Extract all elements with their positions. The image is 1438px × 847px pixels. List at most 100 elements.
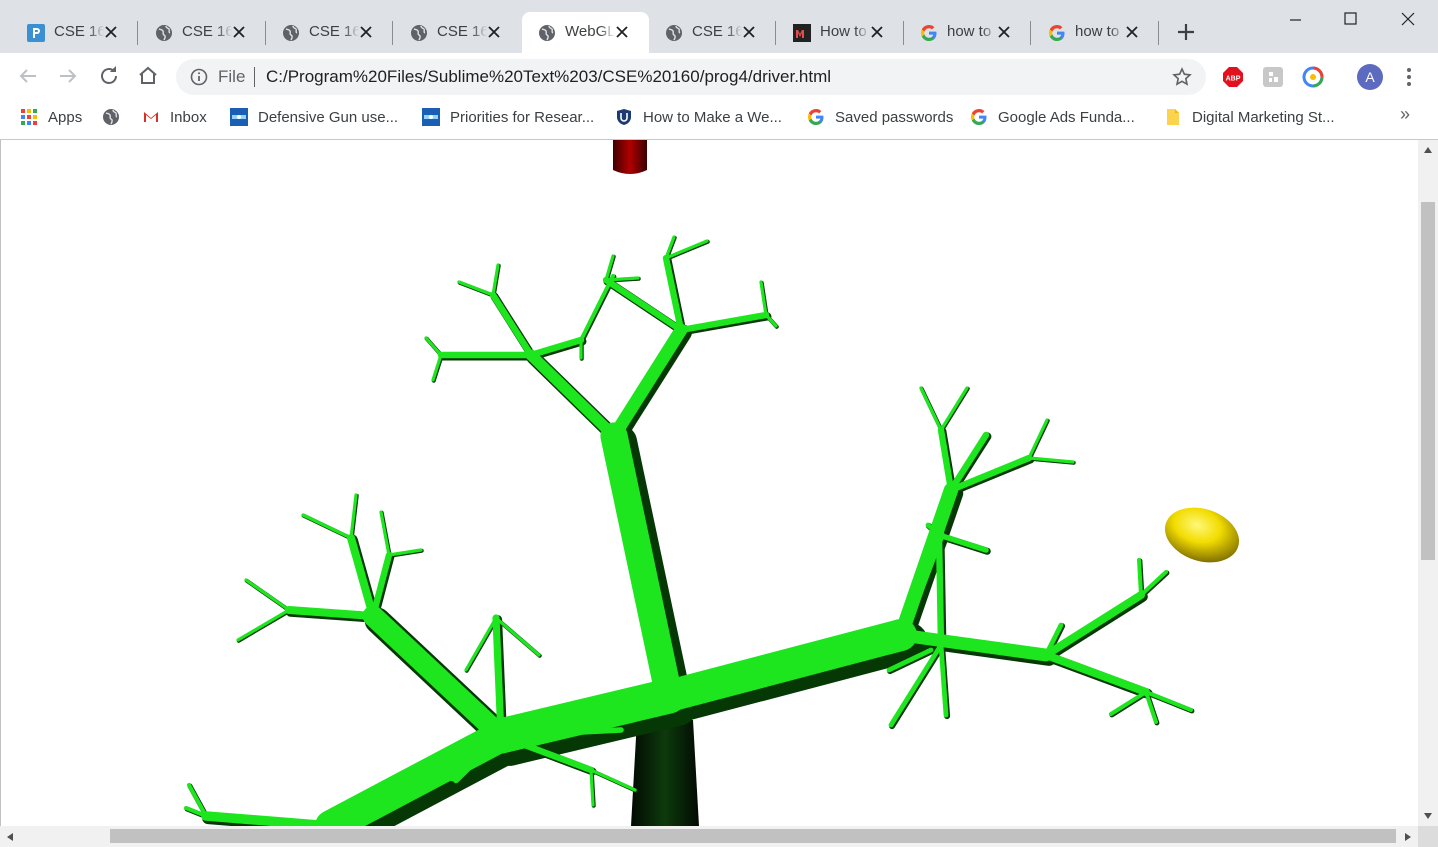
bookmark-item[interactable]: Defensive Gun use...	[230, 107, 398, 127]
bookmark-item[interactable]: Saved passwords	[807, 107, 953, 127]
scrollbar-corner	[1418, 826, 1438, 847]
webgl-viewport[interactable]	[0, 140, 1419, 826]
close-window-button[interactable]	[1385, 4, 1431, 34]
bookmark-label: Saved passwords	[835, 108, 954, 126]
bookmark-item[interactable]: Google Ads Funda...	[970, 107, 1135, 127]
close-tab-icon[interactable]	[102, 23, 120, 41]
browser-tab[interactable]: CSE 160	[139, 12, 266, 53]
tree-branch	[379, 510, 391, 557]
browser-tab[interactable]: CSE 160	[266, 12, 393, 53]
profile-avatar[interactable]: A	[1357, 64, 1383, 90]
browser-tab[interactable]: how to	[1032, 12, 1159, 53]
tree-trunk	[631, 720, 699, 826]
tree-branch	[1137, 558, 1143, 597]
red-cylinder	[613, 140, 647, 174]
browser-tab[interactable]: CSE 160	[649, 12, 776, 53]
globe-icon	[665, 24, 683, 42]
tab-title: How to	[820, 23, 867, 40]
globe-icon	[155, 24, 173, 42]
webgl-canvas[interactable]	[1, 140, 1419, 826]
minimize-button[interactable]	[1272, 4, 1318, 34]
home-button[interactable]	[134, 62, 162, 90]
bookmark-star-icon[interactable]	[1172, 67, 1192, 87]
medium-icon	[793, 24, 811, 42]
tab-separator	[1158, 21, 1159, 45]
tree-branch	[362, 605, 512, 747]
bookmark-item[interactable]: Digital Marketing St...	[1164, 107, 1335, 127]
horizontal-scroll-thumb[interactable]	[110, 829, 1396, 843]
address-bar[interactable]: File C:/Program%20Files/Sublime%20Text%2…	[176, 59, 1206, 95]
browser-tab[interactable]: WebGL	[522, 12, 649, 53]
omnibox-divider	[254, 67, 255, 87]
tree-branch	[457, 280, 495, 297]
scroll-left-icon[interactable]	[6, 832, 14, 842]
tree-branch	[492, 614, 505, 740]
vertical-scroll-thumb[interactable]	[1421, 202, 1435, 560]
bookmark-item[interactable]: Priorities for Resear...	[422, 107, 594, 127]
apps-grid-icon	[20, 108, 38, 126]
site-icon	[230, 108, 248, 126]
tab-separator	[137, 21, 138, 45]
browser-tab[interactable]: how to	[904, 12, 1031, 53]
browser-tab[interactable]: CSE 160	[394, 12, 521, 53]
bookmark-label: How to Make a We...	[643, 108, 782, 126]
gmail-icon	[142, 108, 160, 126]
tree-branch	[604, 276, 640, 282]
close-tab-icon[interactable]	[613, 23, 631, 41]
tree-branch	[1139, 570, 1168, 597]
tree-branch	[589, 768, 595, 807]
scheme-label: File	[218, 67, 246, 86]
adblock-icon[interactable]: ABP	[1222, 66, 1244, 88]
bookmark-label: Apps	[48, 108, 83, 126]
tab-separator	[392, 21, 393, 45]
close-tab-icon[interactable]	[995, 23, 1013, 41]
bookmark-item[interactable]: Inbox	[142, 107, 207, 127]
close-tab-icon[interactable]	[740, 23, 758, 41]
tab-title: CSE 160	[309, 23, 359, 40]
info-icon[interactable]	[190, 68, 208, 86]
close-tab-icon[interactable]	[1123, 23, 1141, 41]
bookmark-item[interactable]: Apps	[20, 107, 82, 127]
vertical-scrollbar[interactable]	[1418, 140, 1438, 826]
scroll-right-icon[interactable]	[1404, 832, 1412, 842]
google-icon	[1048, 24, 1066, 42]
browser-tab[interactable]: How to	[777, 12, 904, 53]
bookmark-item[interactable]: How to Make a We...	[615, 107, 782, 127]
tab-title: CSE 160	[437, 23, 487, 40]
google-icon	[807, 108, 825, 126]
forward-button[interactable]	[54, 62, 82, 90]
tree-branch	[464, 616, 498, 672]
close-tab-icon[interactable]	[485, 23, 503, 41]
close-tab-icon[interactable]	[357, 23, 375, 41]
bookmark-item[interactable]	[102, 107, 130, 127]
pluralsight-icon	[27, 24, 45, 42]
scroll-up-icon[interactable]	[1423, 146, 1433, 154]
bookmark-label: Defensive Gun use...	[258, 108, 399, 126]
back-button[interactable]	[14, 62, 42, 90]
tree-branch	[244, 578, 291, 612]
reload-button[interactable]	[95, 62, 123, 90]
tab-separator	[1030, 21, 1031, 45]
close-tab-icon[interactable]	[230, 23, 248, 41]
horizontal-scrollbar[interactable]	[0, 826, 1418, 847]
bookmark-label: Google Ads Funda...	[998, 108, 1135, 126]
tree-branch	[489, 291, 535, 359]
scroll-down-icon[interactable]	[1423, 812, 1433, 820]
bookmark-label: Priorities for Resear...	[450, 108, 595, 126]
tree-branch	[589, 768, 637, 792]
bookmarks-overflow-button[interactable]: »	[1400, 104, 1410, 125]
maximize-button[interactable]	[1327, 4, 1373, 34]
tab-title: CSE 160	[182, 23, 232, 40]
tree-branch	[347, 534, 377, 620]
tree-branch	[579, 274, 615, 342]
globe-icon	[410, 24, 428, 42]
close-tab-icon[interactable]	[868, 23, 886, 41]
menu-icon[interactable]	[1398, 66, 1420, 88]
tab-title: WebGL	[565, 23, 615, 40]
new-tab-icon[interactable]	[1174, 20, 1198, 44]
tab-strip: CSE 160 CSE 160 CSE 160 CSE 160 WebGL CSE 160…	[0, 0, 1438, 53]
url-text[interactable]: C:/Program%20Files/Sublime%20Text%203/CS…	[266, 67, 831, 87]
extension-icon[interactable]	[1262, 66, 1284, 88]
color-icon[interactable]	[1302, 66, 1324, 88]
browser-tab[interactable]: CSE 160	[11, 12, 138, 53]
